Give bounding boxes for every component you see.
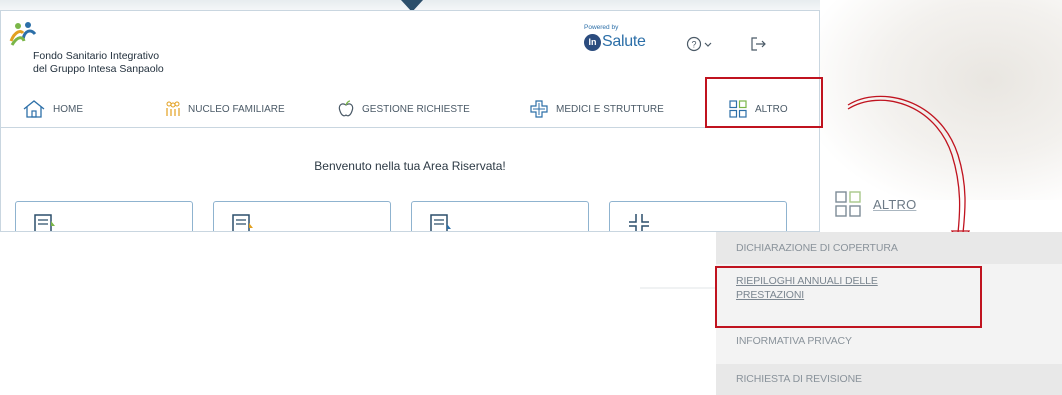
dashboard-card[interactable]: [213, 201, 391, 231]
nav-home-label: HOME: [53, 103, 83, 115]
zoom-altro-label: ALTRO: [873, 196, 917, 212]
nav-requests[interactable]: GESTIONE RICHIESTE: [338, 91, 470, 127]
portal-screenshot: Fondo Sanitario Integrativo del Gruppo I…: [0, 10, 820, 232]
main-nav: HOME NUCLEO FAMILIARE GESTIONE RICHIESTE: [1, 91, 819, 128]
chevron-down-icon: [704, 42, 712, 47]
help-menu[interactable]: ?: [686, 36, 714, 57]
nav-requests-label: GESTIONE RICHIESTE: [362, 103, 470, 115]
brand-name-line1: Fondo Sanitario Integrativo: [33, 50, 160, 62]
menu-item-coverage[interactable]: DICHIARAZIONE DI COPERTURA: [716, 232, 1062, 264]
zoom-divider: [640, 287, 720, 289]
medical-cross-icon: [629, 214, 649, 231]
document-icon: [430, 214, 451, 231]
zoom-altro[interactable]: ALTRO: [835, 191, 916, 217]
brand-name-line2: del Gruppo Intesa Sanpaolo: [33, 63, 164, 75]
svg-text:?: ?: [691, 40, 696, 50]
highlight-altro: [705, 77, 823, 128]
insalute-badge: In: [584, 33, 601, 51]
help-icon: ?: [686, 36, 712, 52]
insalute-logo: In Salute: [584, 33, 646, 51]
powered-by-label: Powered by: [584, 24, 619, 31]
document-icon: [34, 214, 55, 231]
logo-mark-icon: [9, 22, 37, 46]
document-icon: [232, 214, 253, 231]
home-icon: [23, 100, 45, 118]
welcome-message: Benvenuto nella tua Area Riservata!: [314, 159, 506, 173]
nav-family-label: NUCLEO FAMILIARE: [188, 103, 285, 115]
dashboard-card[interactable]: [411, 201, 589, 231]
family-icon: [166, 101, 180, 116]
dashboard-card[interactable]: [15, 201, 193, 231]
curved-arrow-icon: [847, 95, 971, 249]
dashboard-card[interactable]: [609, 201, 787, 231]
nav-family[interactable]: NUCLEO FAMILIARE: [166, 91, 285, 127]
nav-home[interactable]: HOME: [23, 91, 83, 127]
menu-item-revision[interactable]: RICHIESTA DI REVISIONE: [716, 364, 1062, 395]
menu-item-privacy[interactable]: INFORMATIVA PRIVACY: [716, 324, 1062, 358]
grid-icon: [835, 191, 861, 217]
nav-doctors-label: MEDICI E STRUTTURE: [556, 103, 664, 115]
logout-icon: [751, 37, 766, 51]
highlight-annual-summaries: [715, 266, 982, 328]
logout-button[interactable]: [751, 37, 767, 56]
insalute-name: Salute: [602, 33, 646, 50]
apple-icon: [338, 100, 354, 117]
medical-cross-icon: [530, 100, 548, 118]
nav-doctors[interactable]: MEDICI E STRUTTURE: [530, 91, 664, 127]
